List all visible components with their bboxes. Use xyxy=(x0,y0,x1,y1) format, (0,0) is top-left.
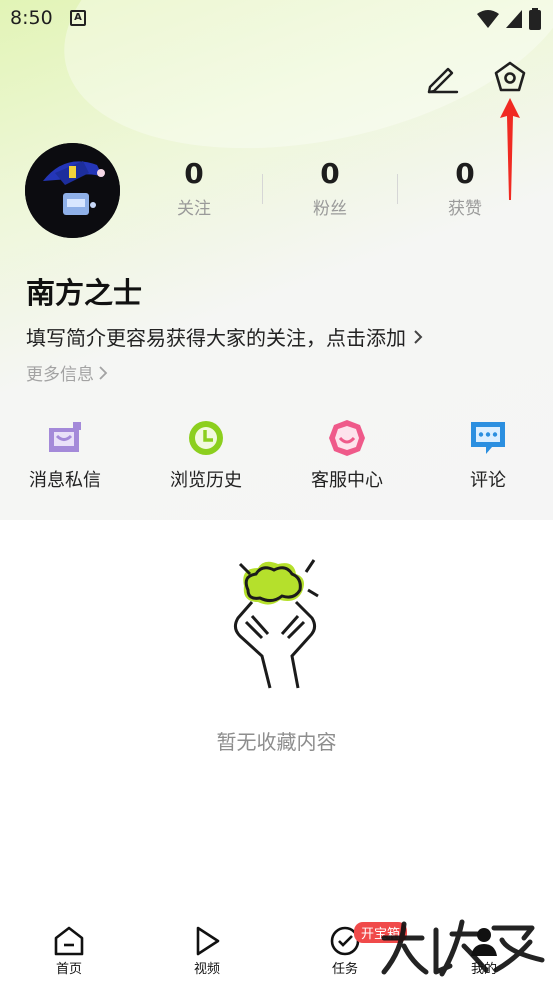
avatar[interactable] xyxy=(25,143,120,238)
empty-state-text: 暂无收藏内容 xyxy=(216,730,337,754)
notification-icon: A xyxy=(70,10,86,26)
home-icon xyxy=(54,926,84,956)
likes-label: 获赞 xyxy=(448,199,482,219)
status-icons xyxy=(477,8,541,30)
bio-prompt[interactable]: 填写简介更容易获得大家的关注，点击添加 xyxy=(26,322,424,351)
empty-favorites-illustration xyxy=(233,559,319,689)
avatar-image xyxy=(25,143,120,238)
comment-icon xyxy=(471,422,505,454)
tab-home[interactable]: 首页 xyxy=(29,924,109,977)
chevron-right-icon xyxy=(99,365,108,380)
settings-button[interactable] xyxy=(492,60,528,96)
stat-following[interactable]: 0 关注 xyxy=(134,156,254,219)
tab-label: 视频 xyxy=(193,962,220,977)
history-clock-icon xyxy=(189,421,223,455)
quick-action-label: 评论 xyxy=(470,470,506,491)
bio-text: 填写简介更容易获得大家的关注，点击添加 xyxy=(26,326,406,350)
message-icon xyxy=(49,422,81,452)
username: 南方之士 xyxy=(26,276,143,310)
stat-divider xyxy=(397,174,398,204)
quick-action-history[interactable]: 浏览历史 xyxy=(146,418,266,492)
wifi-icon xyxy=(477,10,499,28)
quick-action-comments[interactable]: 评论 xyxy=(428,418,548,492)
stat-divider xyxy=(262,174,263,204)
more-info-label: 更多信息 xyxy=(26,365,94,385)
signal-icon xyxy=(506,10,522,28)
battery-icon xyxy=(529,8,541,30)
stat-fans[interactable]: 0 粉丝 xyxy=(270,156,390,219)
quick-action-service[interactable]: 客服中心 xyxy=(287,418,407,492)
edit-profile-button[interactable] xyxy=(424,60,460,96)
service-face-icon xyxy=(329,420,365,456)
likes-count: 0 xyxy=(455,157,475,190)
quick-action-label: 消息私信 xyxy=(29,470,101,491)
tab-label: 任务 xyxy=(331,962,358,977)
following-label: 关注 xyxy=(177,199,211,219)
stat-likes[interactable]: 0 获赞 xyxy=(405,156,525,219)
chevron-right-icon xyxy=(414,329,423,344)
watermark-logo xyxy=(381,919,545,977)
fans-count: 0 xyxy=(320,157,340,190)
play-icon xyxy=(196,926,220,956)
quick-action-label: 浏览历史 xyxy=(170,470,242,491)
tab-video[interactable]: 视频 xyxy=(167,924,247,977)
quick-action-messages[interactable]: 消息私信 xyxy=(5,418,125,492)
following-count: 0 xyxy=(184,157,204,190)
fans-label: 粉丝 xyxy=(313,199,347,219)
status-bar: 8:50 A xyxy=(0,0,553,38)
tab-label: 首页 xyxy=(55,962,82,977)
status-time: 8:50 xyxy=(10,7,53,29)
more-info-link[interactable]: 更多信息 xyxy=(26,360,108,385)
quick-action-label: 客服中心 xyxy=(311,470,383,491)
